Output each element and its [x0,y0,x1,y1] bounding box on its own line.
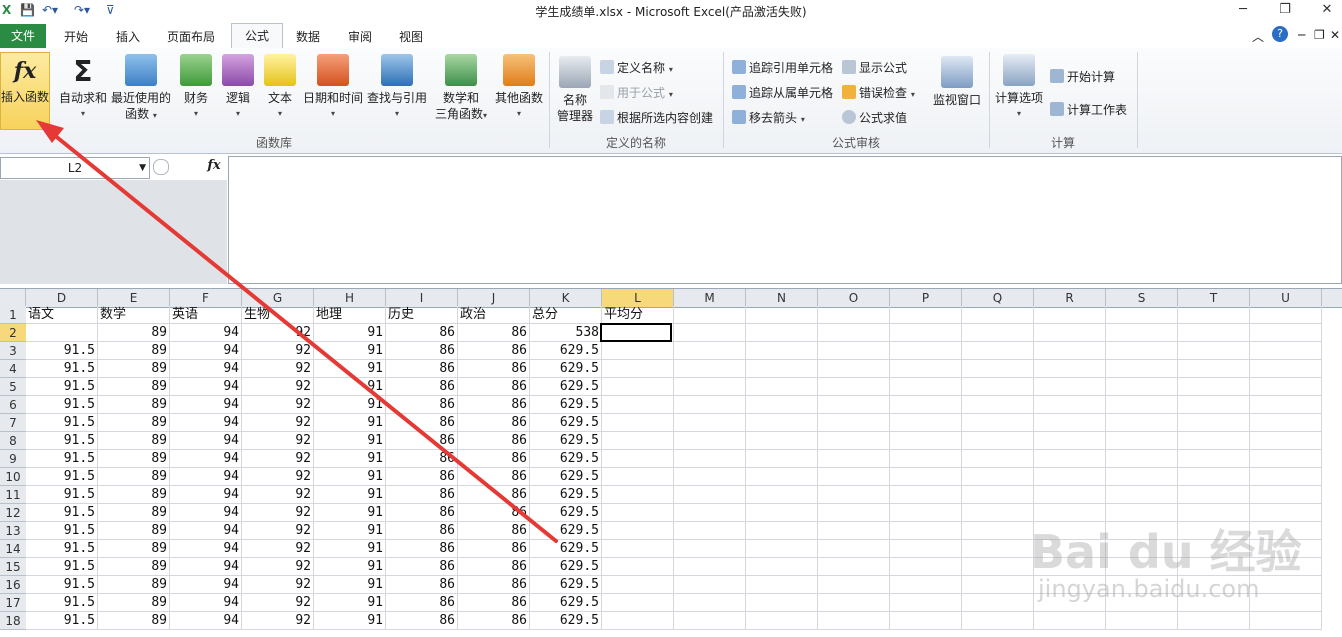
arrow-shaft [46,128,558,543]
annotation-arrow [36,120,558,543]
